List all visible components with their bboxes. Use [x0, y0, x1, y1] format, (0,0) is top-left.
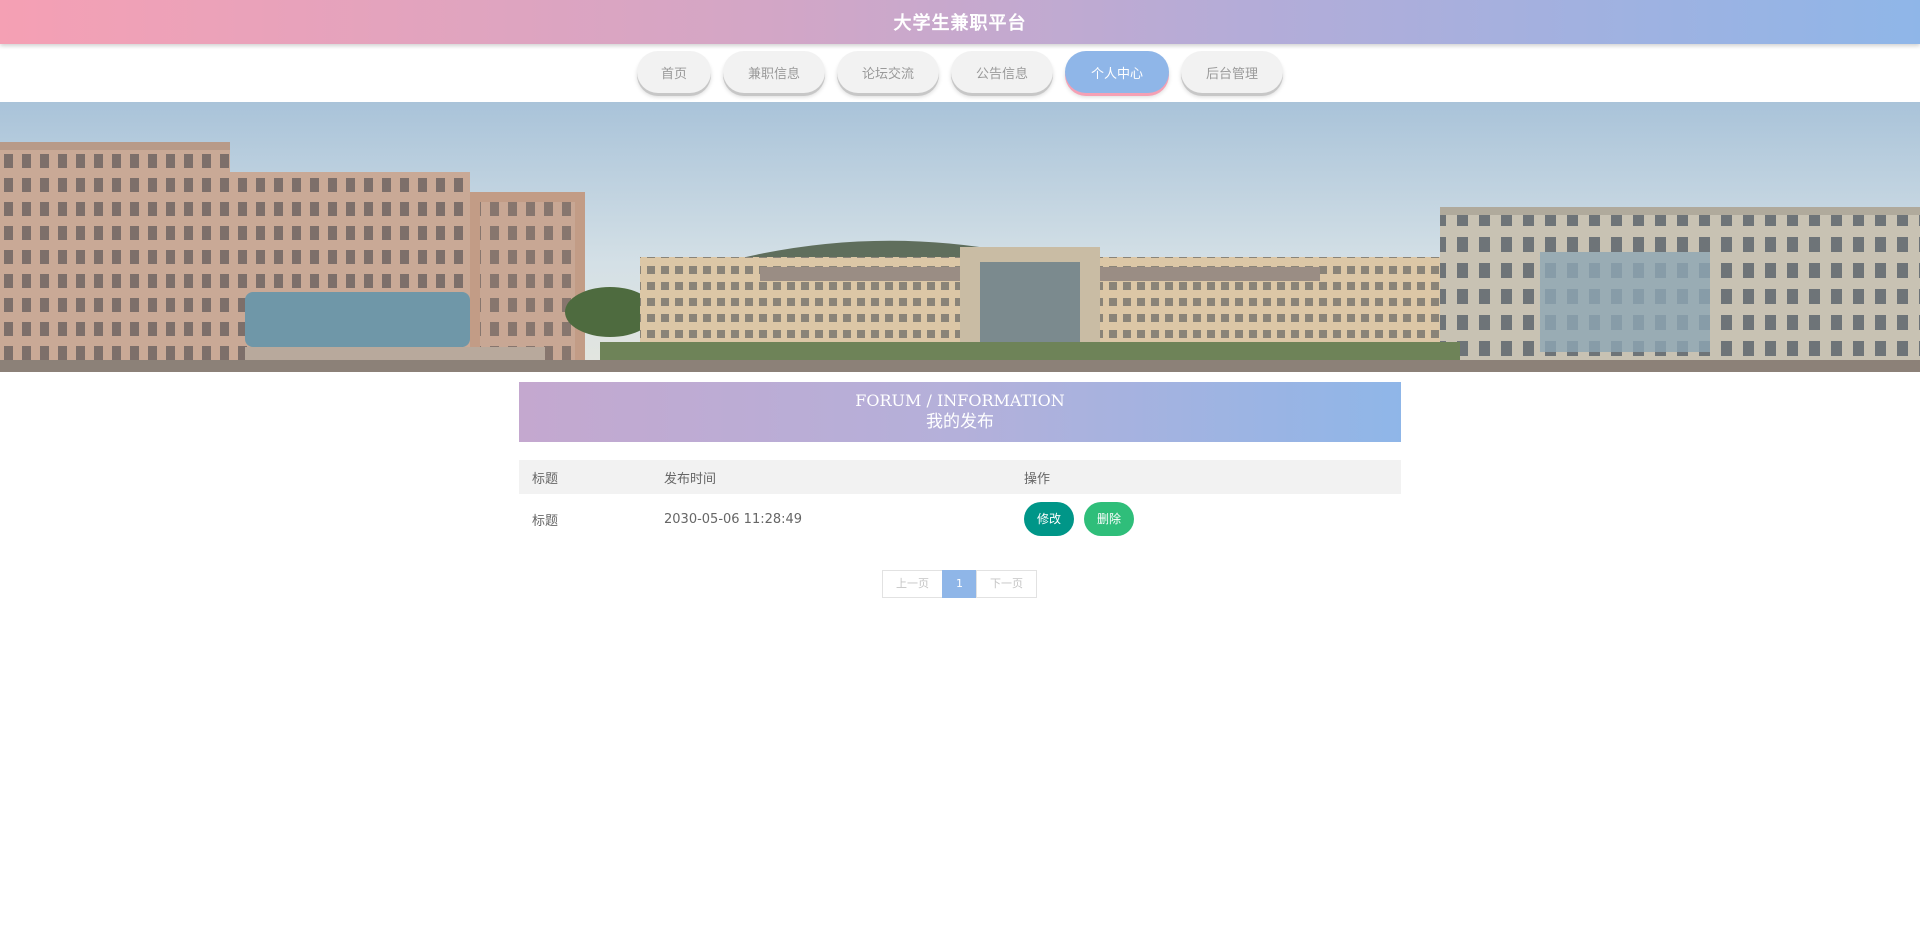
nav-item-label: 首页	[660, 66, 687, 82]
nav-item-label: 公告信息	[975, 66, 1028, 82]
pagination: 上一页 1 下一页	[519, 570, 1401, 598]
post-title-cell: 标题	[532, 513, 559, 529]
next-page-button[interactable]: 下一页	[976, 570, 1037, 598]
table-header-row: 标题 发布时间 操作	[519, 460, 1401, 494]
nav-item-notices[interactable]: 公告信息	[951, 51, 1053, 93]
main-content: FORUM / INFORMATION 我的发布 标题 发布时间 操作 标题 2…	[519, 382, 1401, 598]
post-time-cell: 2030-05-06 11:28:49	[664, 511, 803, 527]
table-row: 标题 2030-05-06 11:28:49 修改 删除	[519, 494, 1401, 544]
nav-item-label: 个人中心	[1090, 66, 1143, 82]
site-title: 大学生兼职平台	[893, 13, 1027, 34]
top-header-bar: 大学生兼职平台	[0, 0, 1920, 44]
campus-banner-image	[0, 102, 1920, 372]
nav-item-jobs[interactable]: 兼职信息	[723, 51, 825, 93]
column-header-title: 标题	[532, 471, 559, 487]
nav-item-label: 兼职信息	[747, 66, 800, 82]
nav-item-label: 后台管理	[1205, 66, 1258, 82]
nav-item-home[interactable]: 首页	[637, 51, 711, 93]
section-title-en: FORUM / INFORMATION	[855, 391, 1065, 410]
nav-item-profile[interactable]: 个人中心	[1065, 51, 1169, 93]
delete-button[interactable]: 删除	[1084, 502, 1135, 536]
prev-page-button[interactable]: 上一页	[882, 570, 943, 598]
column-header-actions: 操作	[1024, 471, 1051, 487]
my-posts-table: 标题 发布时间 操作 标题 2030-05-06 11:28:49 修改 删除	[519, 460, 1401, 544]
page-number-current[interactable]: 1	[942, 570, 977, 598]
section-header: FORUM / INFORMATION 我的发布	[519, 382, 1401, 442]
nav-item-admin[interactable]: 后台管理	[1181, 51, 1283, 93]
nav-item-label: 论坛交流	[861, 66, 914, 82]
nav-item-forum[interactable]: 论坛交流	[837, 51, 939, 93]
section-title-cn: 我的发布	[926, 412, 994, 432]
column-header-time: 发布时间	[664, 471, 717, 487]
main-nav: 首页 兼职信息 论坛交流 公告信息 个人中心 后台管理	[0, 44, 1920, 102]
campus-illustration	[0, 102, 1920, 372]
actions-cell: 修改 删除	[1011, 494, 1401, 544]
edit-button[interactable]: 修改	[1024, 502, 1075, 536]
